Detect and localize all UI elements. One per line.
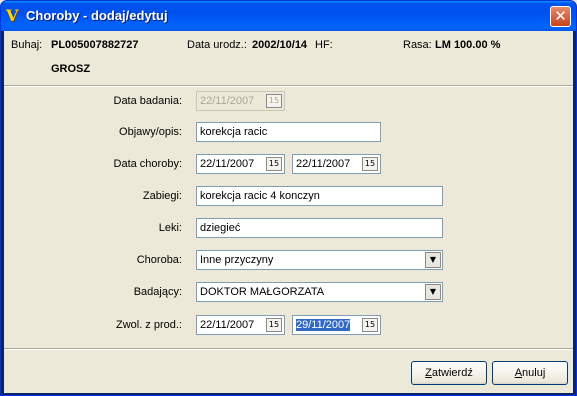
window-title: Choroby - dodaj/edytuj (26, 8, 168, 23)
hf-label: HF: (315, 39, 333, 51)
symptoms-label: Objawy/opis: (119, 126, 182, 138)
buhaj-id: PL005007882727 (51, 39, 139, 51)
chevron-down-icon[interactable]: ▼ (425, 284, 441, 300)
calendar-icon[interactable]: 15 (362, 157, 378, 171)
header-separator (4, 85, 573, 87)
medicines-label: Leki: (158, 222, 182, 234)
illness-date-to[interactable]: 22/11/2007 15 (292, 154, 381, 174)
calendar-icon: 15 (266, 94, 282, 108)
close-button[interactable]: ✕ (550, 6, 571, 27)
exam-date-label: Data badania: (113, 95, 183, 107)
birth-date-label: Data urodz.: (187, 39, 247, 51)
buhaj-name: GROSZ (51, 63, 91, 75)
disease-select[interactable]: Inne przyczyny ▼ (196, 250, 443, 270)
app-icon: V (6, 6, 19, 25)
exam-date-field: 22/11/2007 15 (196, 91, 285, 111)
disease-label: Choroba: (136, 254, 182, 266)
withdrawal-date-from[interactable]: 22/11/2007 15 (196, 315, 285, 335)
symptoms-input[interactable]: korekcja racic (196, 122, 381, 142)
title-bar[interactable]: V Choroby - dodaj/edytuj ✕ (1, 1, 576, 31)
withdrawal-date-to[interactable]: 29/11/2007 15 (292, 315, 381, 335)
calendar-icon[interactable]: 15 (266, 157, 282, 171)
footer-separator (4, 348, 573, 350)
illness-date-label: Data choroby: (113, 158, 182, 170)
chevron-down-icon[interactable]: ▼ (425, 252, 441, 268)
withdrawal-label: Zwol. z prod.: (115, 319, 182, 331)
calendar-icon[interactable]: 15 (266, 318, 282, 332)
medicines-input[interactable]: dziegieć (196, 218, 443, 238)
close-icon: ✕ (554, 7, 567, 25)
cancel-button[interactable]: Anuluj (492, 361, 568, 385)
breed-value: LM 100.00 % (435, 39, 501, 51)
birth-date-value: 2002/10/14 (252, 39, 308, 51)
examiner-select[interactable]: DOKTOR MAŁGORZATA ▼ (196, 282, 443, 302)
confirm-button[interactable]: Zatwierdź (411, 361, 487, 385)
breed-label: Rasa: (403, 39, 432, 51)
treatments-input[interactable]: korekcja racic 4 konczyn (196, 186, 443, 206)
calendar-icon[interactable]: 15 (362, 318, 378, 332)
treatments-label: Zabiegi: (142, 190, 182, 202)
buhaj-label: Buhaj: (11, 39, 43, 51)
examiner-label: Badający: (133, 286, 182, 298)
dialog-window: V Choroby - dodaj/edytuj ✕ Buhaj: PL0050… (0, 0, 577, 396)
illness-date-from[interactable]: 22/11/2007 15 (196, 154, 285, 174)
dialog-body: Buhaj: PL005007882727 GROSZ Data urodz.:… (4, 31, 573, 393)
